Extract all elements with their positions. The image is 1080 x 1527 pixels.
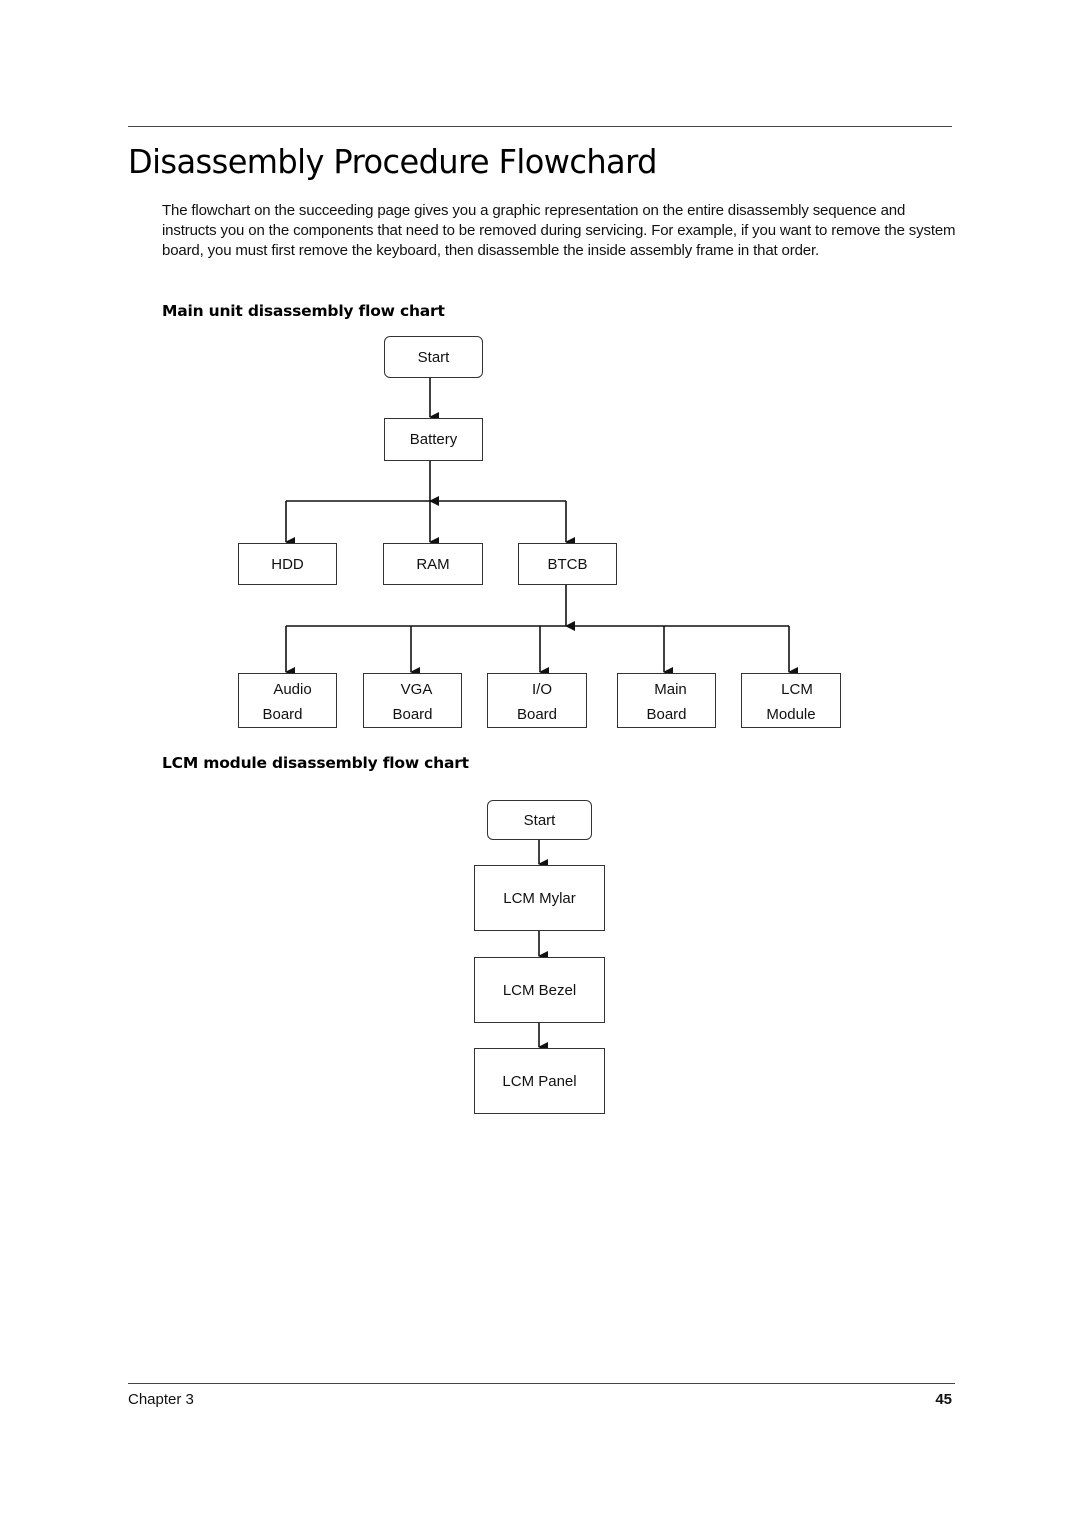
node-label: LCM Mylar: [503, 889, 576, 907]
node-label-line2: Board: [262, 706, 303, 723]
node-io-board: I/O Board: [487, 673, 587, 728]
node-lcm-module: LCM Module: [741, 673, 841, 728]
node-battery: Battery: [384, 418, 483, 461]
lcm-node-bezel: LCM Bezel: [474, 957, 605, 1023]
node-btcb: BTCB: [518, 543, 617, 585]
node-main-board: Main Board: [617, 673, 716, 728]
node-label: BTCB: [547, 555, 588, 573]
node-start: Start: [384, 336, 483, 378]
node-label: Start: [417, 348, 450, 366]
node-label-line2: Board: [516, 706, 558, 723]
lcm-node-start: Start: [487, 800, 592, 840]
node-label: Battery: [409, 431, 458, 448]
node-label-line1: Audio: [273, 681, 312, 698]
lcm-node-mylar: LCM Mylar: [474, 865, 605, 931]
node-audio-board: Audio Board: [238, 673, 337, 728]
node-label-line1: I/O: [531, 681, 552, 698]
node-label-line1: Main: [654, 681, 687, 698]
node-label: RAM: [416, 555, 450, 573]
node-label: LCM Bezel: [502, 981, 577, 999]
footer-chapter: Chapter 3: [128, 1391, 194, 1408]
lcm-chart-heading: LCM module disassembly flow chart: [162, 754, 469, 772]
footer-rule: [128, 1383, 955, 1384]
node-ram: RAM: [383, 543, 483, 585]
node-label-line1: LCM: [781, 681, 813, 698]
lcm-node-panel: LCM Panel: [474, 1048, 605, 1114]
node-label-line2: Module: [766, 706, 816, 723]
node-label-line2: Board: [646, 706, 687, 723]
footer-page-number: 45: [935, 1391, 952, 1408]
node-vga-board: VGA Board: [363, 673, 462, 728]
node-label-line2: Board: [392, 706, 433, 723]
node-label: Start: [523, 811, 556, 829]
node-hdd: HDD: [238, 543, 337, 585]
node-label: LCM Panel: [502, 1072, 577, 1090]
node-label: HDD: [271, 555, 304, 573]
node-label-line1: VGA: [400, 681, 433, 698]
